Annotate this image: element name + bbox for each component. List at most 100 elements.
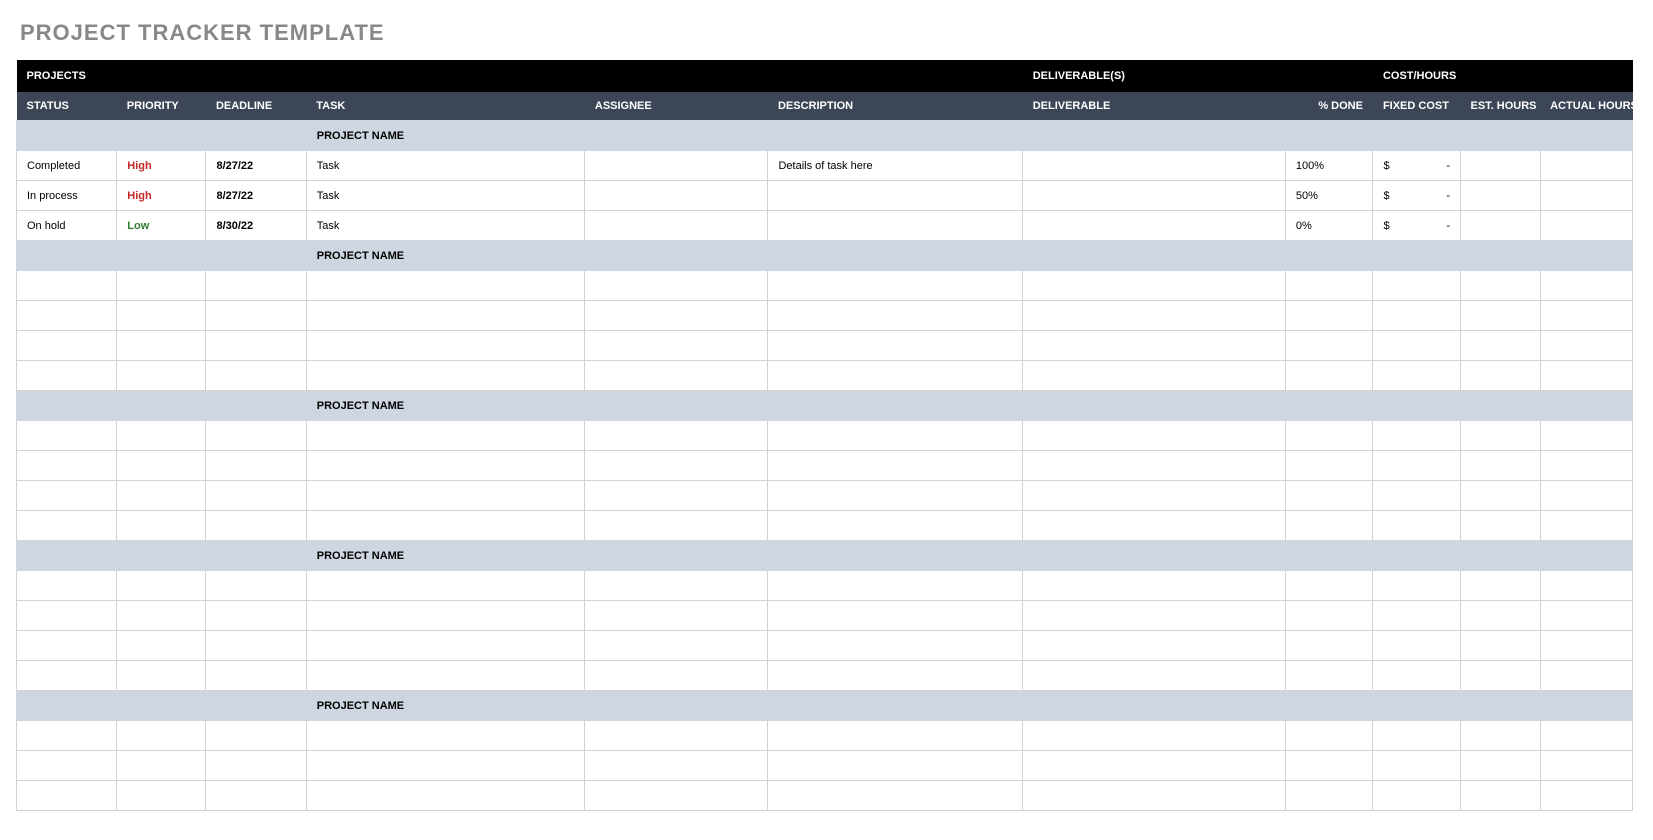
cell-status[interactable]: On hold <box>17 211 117 241</box>
cell-actualhours[interactable] <box>1540 451 1632 481</box>
cell-fixedcost[interactable]: $- <box>1373 181 1461 211</box>
cell-esthours[interactable] <box>1461 361 1541 391</box>
cell-pctdone[interactable] <box>1285 481 1373 511</box>
cell-status[interactable] <box>17 511 117 541</box>
cell-status[interactable]: Completed <box>17 151 117 181</box>
cell-pctdone[interactable]: 50% <box>1285 181 1373 211</box>
cell-assignee[interactable] <box>585 781 768 811</box>
cell-task[interactable] <box>306 451 585 481</box>
cell-fixedcost[interactable] <box>1373 421 1461 451</box>
cell-assignee[interactable] <box>585 601 768 631</box>
cell-actualhours[interactable] <box>1540 481 1632 511</box>
cell-task[interactable] <box>306 781 585 811</box>
cell-priority[interactable] <box>117 481 206 511</box>
cell-esthours[interactable] <box>1461 181 1541 211</box>
cell-status[interactable] <box>17 331 117 361</box>
cell-pctdone[interactable] <box>1285 571 1373 601</box>
section-name-cell[interactable]: PROJECT NAME <box>306 241 585 271</box>
cell-assignee[interactable] <box>585 571 768 601</box>
cell-priority[interactable]: Low <box>117 211 206 241</box>
cell-fixedcost[interactable]: $- <box>1373 151 1461 181</box>
cell-description[interactable] <box>768 751 1023 781</box>
cell-description[interactable] <box>768 451 1023 481</box>
cell-deadline[interactable]: 8/27/22 <box>206 181 306 211</box>
cell-deadline[interactable] <box>206 271 306 301</box>
cell-assignee[interactable] <box>585 331 768 361</box>
cell-status[interactable] <box>17 451 117 481</box>
cell-description[interactable] <box>768 781 1023 811</box>
cell-priority[interactable]: High <box>117 181 206 211</box>
cell-assignee[interactable] <box>585 451 768 481</box>
cell-status[interactable] <box>17 481 117 511</box>
cell-description[interactable] <box>768 481 1023 511</box>
cell-priority[interactable] <box>117 361 206 391</box>
cell-pctdone[interactable] <box>1285 721 1373 751</box>
cell-fixedcost[interactable] <box>1373 361 1461 391</box>
cell-description[interactable] <box>768 331 1023 361</box>
cell-task[interactable] <box>306 751 585 781</box>
cell-actualhours[interactable] <box>1540 271 1632 301</box>
cell-status[interactable] <box>17 301 117 331</box>
section-name-cell[interactable]: PROJECT NAME <box>306 691 585 721</box>
cell-esthours[interactable] <box>1461 151 1541 181</box>
cell-assignee[interactable] <box>585 631 768 661</box>
cell-assignee[interactable] <box>585 721 768 751</box>
cell-task[interactable] <box>306 361 585 391</box>
cell-fixedcost[interactable] <box>1373 451 1461 481</box>
cell-priority[interactable] <box>117 661 206 691</box>
cell-pctdone[interactable] <box>1285 751 1373 781</box>
cell-deliverable[interactable] <box>1023 151 1286 181</box>
cell-assignee[interactable] <box>585 751 768 781</box>
cell-deadline[interactable] <box>206 331 306 361</box>
cell-description[interactable] <box>768 271 1023 301</box>
cell-assignee[interactable] <box>585 661 768 691</box>
cell-fixedcost[interactable] <box>1373 301 1461 331</box>
cell-deliverable[interactable] <box>1023 511 1286 541</box>
cell-assignee[interactable] <box>585 301 768 331</box>
cell-task[interactable] <box>306 271 585 301</box>
cell-task[interactable] <box>306 331 585 361</box>
cell-task[interactable]: Task <box>306 181 585 211</box>
cell-deliverable[interactable] <box>1023 421 1286 451</box>
cell-pctdone[interactable] <box>1285 451 1373 481</box>
cell-deliverable[interactable] <box>1023 301 1286 331</box>
cell-deliverable[interactable] <box>1023 481 1286 511</box>
cell-priority[interactable] <box>117 271 206 301</box>
cell-pctdone[interactable]: 0% <box>1285 211 1373 241</box>
cell-deliverable[interactable] <box>1023 211 1286 241</box>
cell-description[interactable] <box>768 421 1023 451</box>
cell-actualhours[interactable] <box>1540 151 1632 181</box>
cell-description[interactable]: Details of task here <box>768 151 1023 181</box>
cell-actualhours[interactable] <box>1540 511 1632 541</box>
cell-deadline[interactable] <box>206 751 306 781</box>
cell-esthours[interactable] <box>1461 421 1541 451</box>
cell-status[interactable] <box>17 571 117 601</box>
cell-status[interactable] <box>17 781 117 811</box>
cell-status[interactable] <box>17 361 117 391</box>
cell-deliverable[interactable] <box>1023 721 1286 751</box>
cell-task[interactable] <box>306 661 585 691</box>
cell-deliverable[interactable] <box>1023 271 1286 301</box>
cell-esthours[interactable] <box>1461 571 1541 601</box>
cell-deliverable[interactable] <box>1023 631 1286 661</box>
cell-priority[interactable] <box>117 631 206 661</box>
cell-pctdone[interactable] <box>1285 421 1373 451</box>
cell-deliverable[interactable] <box>1023 451 1286 481</box>
cell-pctdone[interactable] <box>1285 781 1373 811</box>
cell-esthours[interactable] <box>1461 751 1541 781</box>
cell-fixedcost[interactable] <box>1373 271 1461 301</box>
section-name-cell[interactable]: PROJECT NAME <box>306 391 585 421</box>
cell-task[interactable] <box>306 721 585 751</box>
cell-description[interactable] <box>768 571 1023 601</box>
cell-esthours[interactable] <box>1461 721 1541 751</box>
cell-description[interactable] <box>768 661 1023 691</box>
cell-esthours[interactable] <box>1461 661 1541 691</box>
cell-deliverable[interactable] <box>1023 181 1286 211</box>
cell-assignee[interactable] <box>585 211 768 241</box>
cell-task[interactable]: Task <box>306 211 585 241</box>
cell-assignee[interactable] <box>585 481 768 511</box>
cell-esthours[interactable] <box>1461 781 1541 811</box>
cell-priority[interactable] <box>117 421 206 451</box>
cell-deliverable[interactable] <box>1023 571 1286 601</box>
cell-actualhours[interactable] <box>1540 211 1632 241</box>
